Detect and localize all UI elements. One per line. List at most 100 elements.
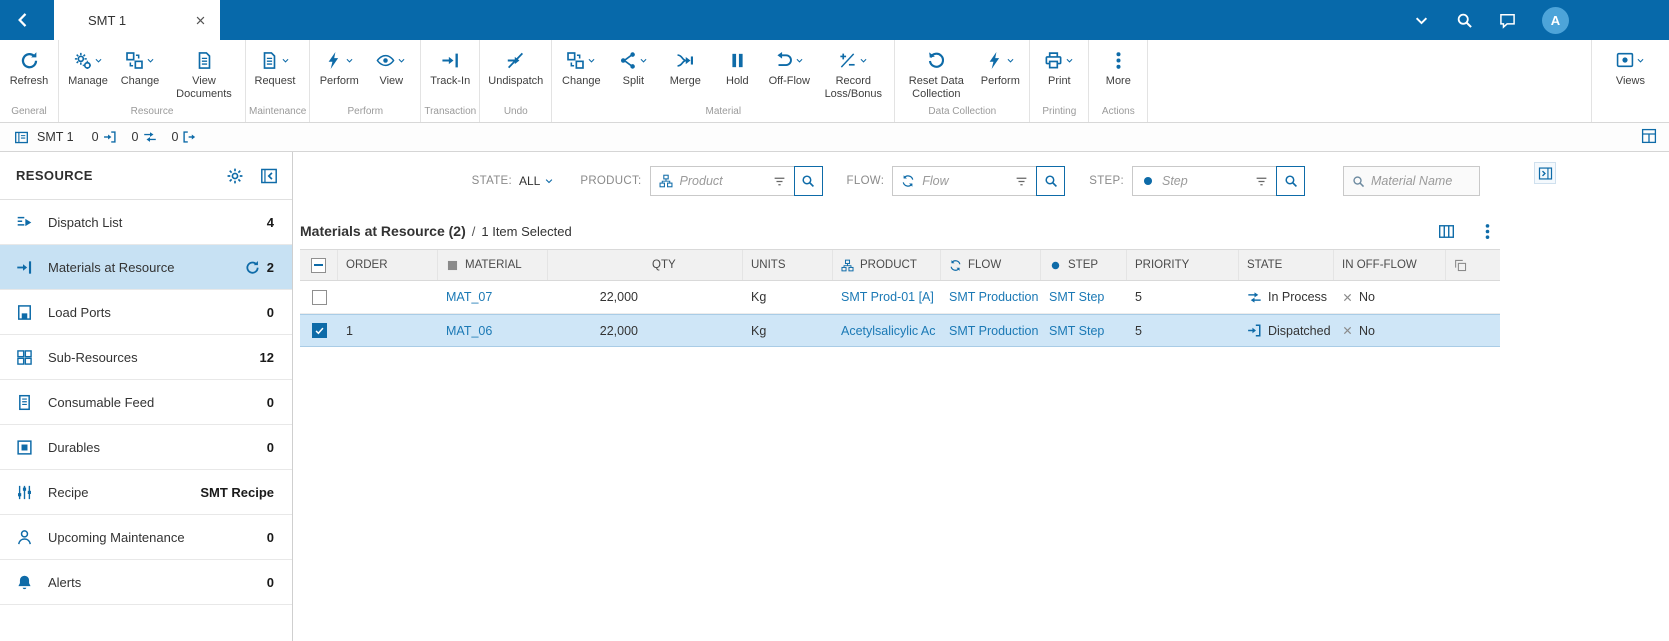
- sidebar-item-recipe[interactable]: Recipe SMT Recipe: [0, 470, 292, 515]
- sidebar-item-upcoming-maintenance[interactable]: Upcoming Maintenance 0: [0, 515, 292, 560]
- sidebar-item-materials-at-resource[interactable]: Materials at Resource 2: [0, 245, 292, 290]
- flow-search-button[interactable]: [1036, 166, 1066, 196]
- flow-link[interactable]: SMT Production: [949, 290, 1038, 304]
- ribbon-button-perform[interactable]: Perform: [974, 47, 1026, 90]
- view-documents-icon: [195, 51, 214, 70]
- more-options-icon[interactable]: [1479, 223, 1496, 240]
- grid-row-mat-07[interactable]: MAT_07 22,000 Kg SMT Prod-01 [A] SMT Product…: [300, 281, 1500, 314]
- ribbon-group-label: Perform: [347, 106, 384, 117]
- chevron-down-icon[interactable]: [1413, 12, 1430, 29]
- ribbon-button-split[interactable]: Split: [607, 47, 659, 90]
- feedback-icon[interactable]: [1499, 12, 1516, 29]
- top-bar: SMT 1 A: [0, 0, 1669, 40]
- product-search-button[interactable]: [793, 166, 823, 196]
- ribbon-button-print[interactable]: Print: [1033, 47, 1085, 90]
- flow-filter-input[interactable]: [922, 174, 1009, 188]
- off-flow-icon: [774, 51, 793, 70]
- sidebar-item-load-ports[interactable]: Load Ports 0: [0, 290, 292, 335]
- views-button[interactable]: Views: [1590, 40, 1669, 122]
- column-header-material[interactable]: MATERIAL: [438, 250, 548, 280]
- dashboard-panel-button[interactable]: [1641, 128, 1657, 147]
- column-header-in-off-flow[interactable]: IN OFF-FLOW: [1334, 250, 1446, 280]
- ribbon-button-view-documents[interactable]: View Documents: [166, 47, 242, 102]
- tab-title: SMT 1: [88, 12, 127, 28]
- ribbon-button-change[interactable]: Change: [555, 47, 607, 90]
- state-filter[interactable]: STATE: ALL: [472, 174, 555, 188]
- sidebar: RESOURCE Dispatch List 4 Materials at Reso…: [0, 152, 293, 641]
- search-icon: [801, 174, 815, 188]
- column-header-flow[interactable]: FLOW: [941, 250, 1041, 280]
- tab-smt1[interactable]: SMT 1: [54, 0, 220, 40]
- advanced-filter-icon[interactable]: [1255, 175, 1268, 188]
- ribbon-button-manage[interactable]: Manage: [62, 47, 114, 90]
- advanced-filter-icon[interactable]: [1015, 175, 1028, 188]
- material-name-input[interactable]: [1371, 174, 1471, 188]
- unchecked-checkbox-icon: [311, 289, 327, 305]
- sidebar-item-sub-resources[interactable]: Sub-Resources 12: [0, 335, 292, 380]
- ribbon-button-merge[interactable]: Merge: [659, 47, 711, 90]
- column-header-priority[interactable]: PRIORITY: [1127, 250, 1239, 280]
- material-link[interactable]: MAT_07: [446, 290, 492, 304]
- back-button[interactable]: [0, 11, 46, 29]
- ribbon-group-general: Refresh General: [0, 40, 59, 122]
- product-filter-input[interactable]: [679, 174, 766, 188]
- material-name-search: [1343, 166, 1480, 196]
- ribbon-button-reset-data-collection[interactable]: Reset Data Collection: [898, 47, 974, 102]
- step-filter-input[interactable]: [1162, 174, 1248, 188]
- gear-icon[interactable]: [226, 167, 244, 185]
- row-checkbox[interactable]: [300, 281, 338, 313]
- user-avatar[interactable]: A: [1542, 6, 1569, 34]
- step-link[interactable]: SMT Step: [1049, 290, 1104, 304]
- ribbon-button-change[interactable]: Change: [114, 47, 166, 90]
- product-link[interactable]: SMT Prod-01 [A]: [841, 290, 934, 304]
- ribbon-button-off-flow[interactable]: Off-Flow: [763, 47, 815, 90]
- ribbon-button-record-loss-bonus[interactable]: Record Loss/Bonus: [815, 47, 891, 102]
- advanced-filter-icon[interactable]: [773, 175, 786, 188]
- flow-link[interactable]: SMT Production: [949, 324, 1038, 338]
- column-header-product[interactable]: PRODUCT: [833, 250, 941, 280]
- merge-icon: [676, 51, 695, 70]
- ribbon-button-request[interactable]: Request: [249, 47, 301, 90]
- column-header-units[interactable]: UNITS: [743, 250, 833, 280]
- chevron-down-icon: [544, 176, 554, 186]
- column-header-attachments[interactable]: [1446, 250, 1500, 280]
- ribbon-button-undispatch[interactable]: Undispatch: [483, 47, 548, 90]
- ribbon-button-perform[interactable]: Perform: [313, 47, 365, 90]
- flow-icon: [901, 174, 915, 188]
- sidebar-item-dispatch-list[interactable]: Dispatch List 4: [0, 200, 292, 245]
- sidebar-item-alerts[interactable]: Alerts 0: [0, 560, 292, 605]
- row-checkbox[interactable]: [300, 315, 338, 346]
- tab-close-icon[interactable]: [194, 14, 207, 27]
- column-header-qty[interactable]: QTY: [548, 250, 743, 280]
- copy-icon: [1454, 259, 1467, 272]
- global-search-icon[interactable]: [1456, 12, 1473, 29]
- product-link[interactable]: Acetylsalicylic Ac: [841, 324, 935, 338]
- grid-row-mat-06[interactable]: 1 MAT_06 22,000 Kg Acetylsalicylic Ac SMT Pro…: [300, 314, 1500, 347]
- column-header-step[interactable]: STEP: [1041, 250, 1127, 280]
- topbar-actions: A: [1413, 6, 1669, 34]
- square-icon: [446, 259, 459, 272]
- ribbon-button-hold[interactable]: Hold: [711, 47, 763, 90]
- column-chooser-icon[interactable]: [1438, 223, 1455, 240]
- select-all-checkbox[interactable]: [300, 250, 338, 280]
- column-header-state[interactable]: STATE: [1239, 250, 1334, 280]
- step-search-button[interactable]: [1276, 166, 1305, 196]
- collapse-panel-icon[interactable]: [260, 167, 278, 185]
- ribbon-button-refresh[interactable]: Refresh: [3, 47, 55, 90]
- ribbon-button-more[interactable]: More: [1092, 47, 1144, 90]
- panel-toggle-button[interactable]: [1534, 162, 1556, 184]
- dispatch-list-icon: [16, 214, 33, 231]
- resource-icon: [14, 130, 29, 145]
- step-link[interactable]: SMT Step: [1049, 324, 1104, 338]
- sidebar-item-consumable-feed[interactable]: Consumable Feed 0: [0, 380, 292, 425]
- material-link[interactable]: MAT_06: [446, 324, 492, 338]
- ribbon-button-view[interactable]: View: [365, 47, 417, 90]
- chevron-down-icon: [94, 56, 103, 65]
- column-header-order[interactable]: ORDER: [338, 250, 438, 280]
- cell-flow: SMT Production: [941, 315, 1041, 346]
- ribbon-button-track-in[interactable]: Track-In: [424, 47, 476, 90]
- sidebar-item-durables[interactable]: Durables 0: [0, 425, 292, 470]
- cell-state: In Process: [1239, 281, 1334, 313]
- state-filter-value: ALL: [519, 174, 541, 188]
- hold-icon: [728, 51, 747, 70]
